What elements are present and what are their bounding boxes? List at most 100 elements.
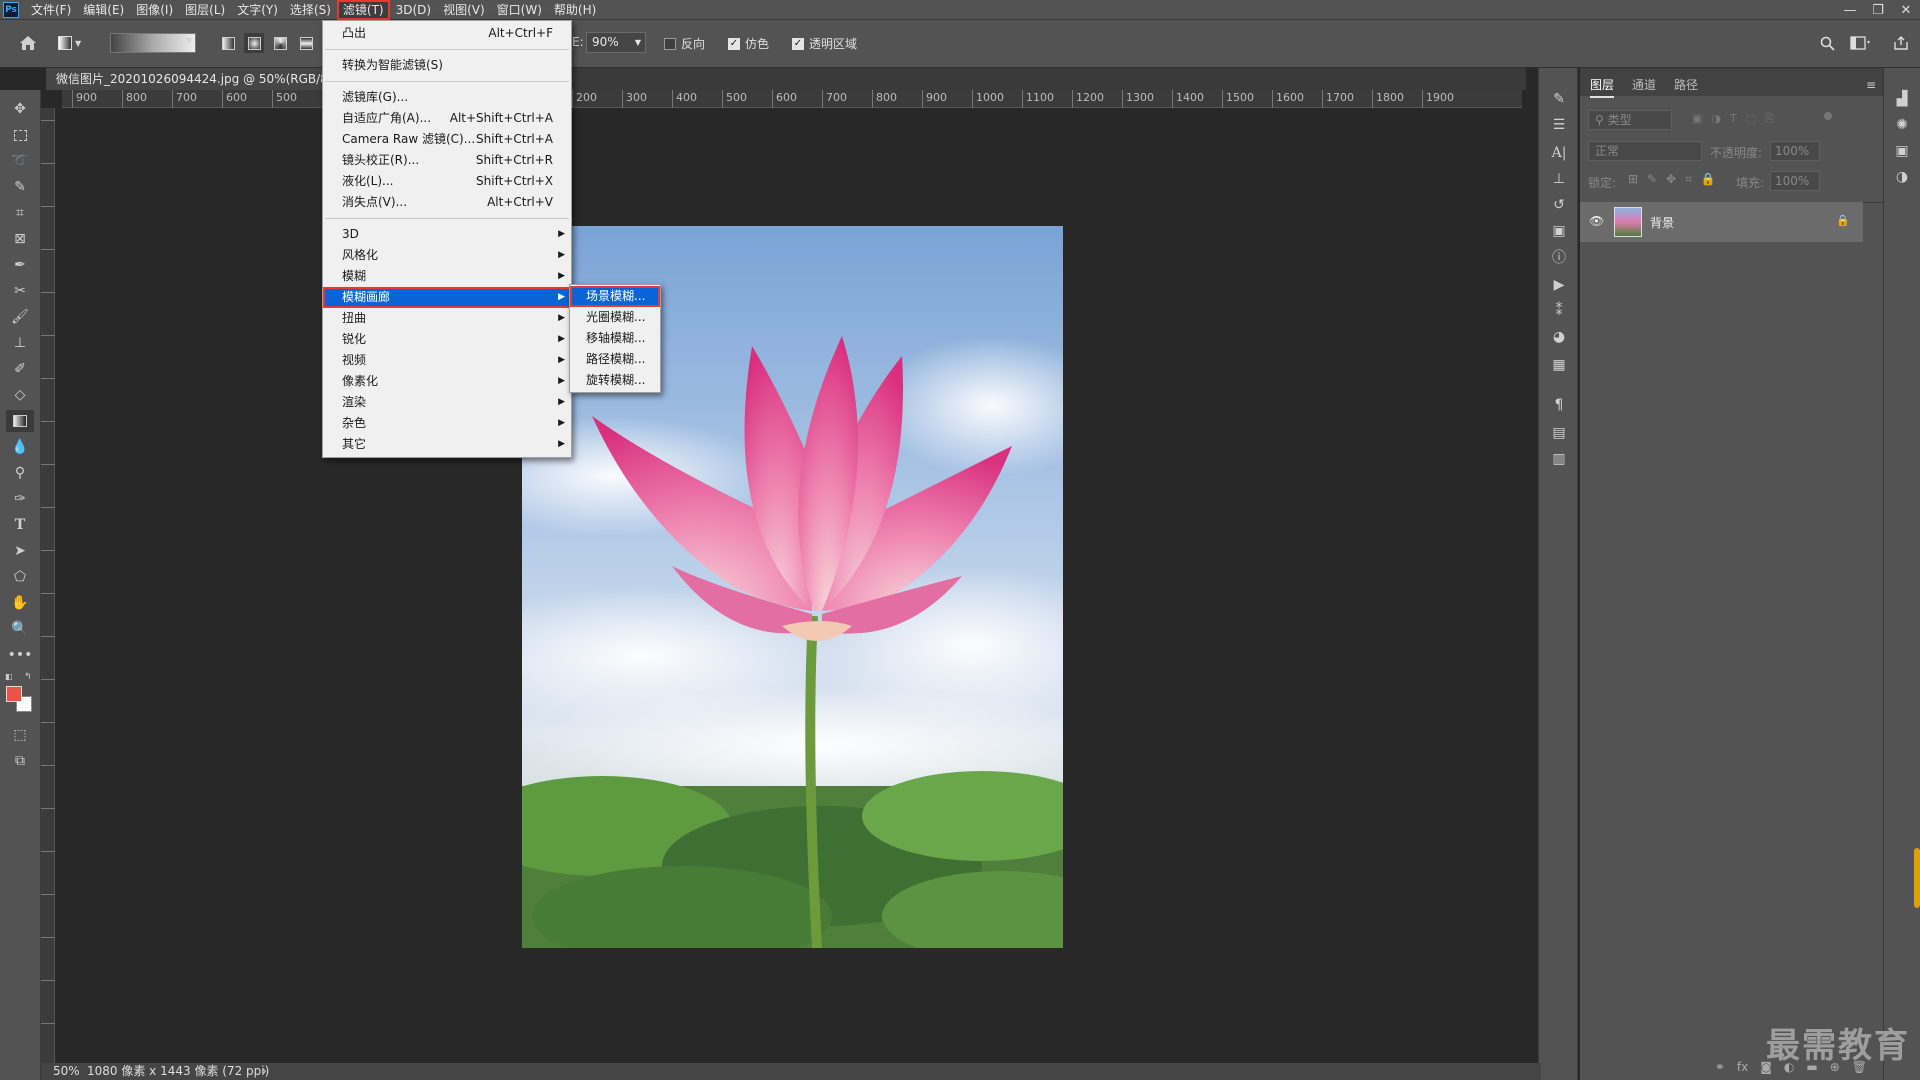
menu-help[interactable]: 帮助(H) [548,0,602,20]
screen-mode-icon[interactable]: ⧉ [6,750,34,772]
blur-gallery-item[interactable]: 旋转模糊... [570,370,660,391]
filter-submenu-item[interactable]: 像素化 ▶ [323,371,571,392]
linear-gradient-icon[interactable] [218,33,238,53]
menu-filter[interactable]: 滤镜(T) [336,0,390,20]
filter-menu-item[interactable]: Camera Raw 滤镜(C)... Shift+Ctrl+A [323,129,571,150]
workspace-switcher-icon[interactable] [1846,33,1876,53]
visibility-eye-icon[interactable]: 👁 [1589,214,1604,228]
fill-field[interactable]: 100% [1770,171,1820,191]
menu-layer[interactable]: 图层(L) [179,0,231,20]
default-colors-icon[interactable]: ◧ [5,672,13,681]
share-icon[interactable] [1890,32,1912,54]
filter-submenu-item[interactable]: 3D ▶ [323,224,571,245]
layer-row[interactable]: 👁 背景 🔒 [1580,202,1863,242]
menu-image[interactable]: 图像(I) [130,0,179,20]
tab-channels[interactable]: 通道 [1632,76,1656,93]
opacity-field[interactable]: 90% ▼ [586,32,646,53]
minimize-button[interactable]: — [1836,0,1864,20]
zoom-tool-icon[interactable]: 🔍 [6,618,34,640]
filter-submenu-item[interactable]: 其它 ▶ [323,434,571,455]
menu-3d[interactable]: 3D(D) [390,0,437,20]
menu-type[interactable]: 文字(Y) [231,0,284,20]
blur-gallery-item[interactable]: 光圈模糊... [570,307,660,328]
frame-tool-icon[interactable]: ⊠ [6,228,34,250]
gradient-tool-icon[interactable] [6,410,34,432]
pen-tool-icon[interactable]: ✑ [6,488,34,510]
filter-menu-item[interactable]: 滤镜库(G)... [323,87,571,108]
filter-submenu-item[interactable]: 渲染 ▶ [323,392,571,413]
layer-opacity-field[interactable]: 100% [1770,141,1820,161]
histogram-icon[interactable]: ▟ [1890,88,1914,110]
path-selection-icon[interactable]: ➤ [6,540,34,562]
filter-toggle-icon[interactable] [1824,112,1832,120]
glyphs-icon[interactable]: ▤ [1547,422,1571,444]
brush-settings-icon[interactable]: ✎ [1547,88,1571,110]
fx-icon[interactable]: fx [1737,1060,1748,1074]
notes-icon[interactable]: ▥ [1547,448,1571,470]
healing-brush-icon[interactable]: ✂ [6,280,34,302]
shape-tool-icon[interactable]: ⬠ [6,566,34,588]
menu-view[interactable]: 视图(V) [437,0,491,20]
foreground-color-swatch[interactable] [6,686,22,702]
angle-gradient-icon[interactable] [270,33,290,53]
filter-submenu-item[interactable]: 锐化 ▶ [323,329,571,350]
restore-button[interactable]: ❐ [1864,0,1892,20]
menu-select[interactable]: 选择(S) [284,0,337,20]
menu-file[interactable]: 文件(F) [25,0,77,20]
chevron-right-icon[interactable]: › [262,1063,267,1080]
menu-blur-gallery[interactable]: 模糊画廊 ▶ [323,287,571,308]
styles-icon[interactable]: ◑ [1890,166,1914,188]
lock-icons[interactable]: ⊞✎✥⌗🔒 [1628,172,1725,187]
color-wheel-icon[interactable]: ◕ [1547,326,1571,348]
dither-checkbox[interactable]: ✓ [728,37,740,50]
filter-menu-item[interactable]: 自适应广角(A)... Alt+Shift+Ctrl+A [323,108,571,129]
paragraph-icon[interactable]: ¶ [1547,394,1571,416]
history-brush-icon[interactable]: ✐ [6,358,34,380]
scrollbar-thumb[interactable] [1914,848,1920,908]
document-tab[interactable]: 微信图片_20201026094424.jpg @ 50%(RGB/8#) [46,68,326,90]
marquee-tool-icon[interactable] [6,124,34,146]
crop-tool-icon[interactable]: ⌗ [6,202,34,224]
blend-mode-select[interactable]: 正常 [1588,141,1702,161]
tab-paths[interactable]: 路径 [1674,76,1698,93]
filter-menu-item[interactable]: 镜头校正(R)... Shift+Ctrl+R [323,150,571,171]
blur-gallery-item[interactable]: 路径模糊... [570,349,660,370]
transparency-option[interactable]: ✓ 透明区域 [792,35,857,52]
clone-source-icon[interactable]: ⊥ [1547,168,1571,190]
layer-name[interactable]: 背景 [1650,214,1674,231]
filter-menu-item[interactable]: 消失点(V)... Alt+Ctrl+V [323,192,571,213]
filter-menu-item[interactable]: 液化(L)... Shift+Ctrl+X [323,171,571,192]
blur-gallery-item[interactable]: 场景模糊... [570,286,660,307]
chevron-down-icon[interactable]: ▼ [186,36,192,45]
layer-filter-field[interactable]: ⚲ 类型 [1588,110,1672,130]
quick-selection-icon[interactable]: ✎ [6,176,34,198]
quick-mask-icon[interactable]: ⬚ [6,724,34,746]
blur-tool-icon[interactable]: 💧 [6,436,34,458]
gradient-picker[interactable] [110,33,196,53]
actions-play-icon[interactable]: ▶ [1547,274,1571,296]
libraries-icon[interactable]: ▣ [1547,220,1571,242]
filter-submenu-item[interactable]: 杂色 ▶ [323,413,571,434]
properties-icon[interactable]: ⁑ [1547,300,1571,322]
filter-menu-item[interactable]: 转换为智能滤镜(S) [323,55,571,76]
history-icon[interactable]: ↺ [1547,194,1571,216]
move-tool-icon[interactable]: ✥ [6,98,34,120]
filter-submenu-item[interactable]: 模糊 ▶ [323,266,571,287]
tool-preset-picker[interactable]: ▼ [58,33,88,53]
dodge-tool-icon[interactable]: ⚲ [6,462,34,484]
navigator-icon[interactable]: ✺ [1890,114,1914,136]
more-tools-icon[interactable]: ••• [6,644,34,666]
hand-tool-icon[interactable]: ✋ [6,592,34,614]
info-icon[interactable]: ⓘ [1547,246,1571,268]
layer-filter-icons[interactable]: ▣◑T⬚⎘ [1692,112,1783,126]
eyedropper-icon[interactable]: ✒ [6,254,34,276]
type-tool-icon[interactable]: T [6,514,34,536]
lasso-tool-icon[interactable]: ➰ [6,150,34,172]
eraser-tool-icon[interactable]: ◇ [6,384,34,406]
table-icon[interactable]: ▦ [1547,354,1571,376]
clone-stamp-icon[interactable]: ⊥ [6,332,34,354]
close-button[interactable]: ✕ [1892,0,1920,20]
character-icon[interactable]: A| [1547,142,1571,164]
adjustments-icon[interactable]: ☰ [1547,114,1571,136]
reverse-option[interactable]: 反向 [664,35,705,52]
